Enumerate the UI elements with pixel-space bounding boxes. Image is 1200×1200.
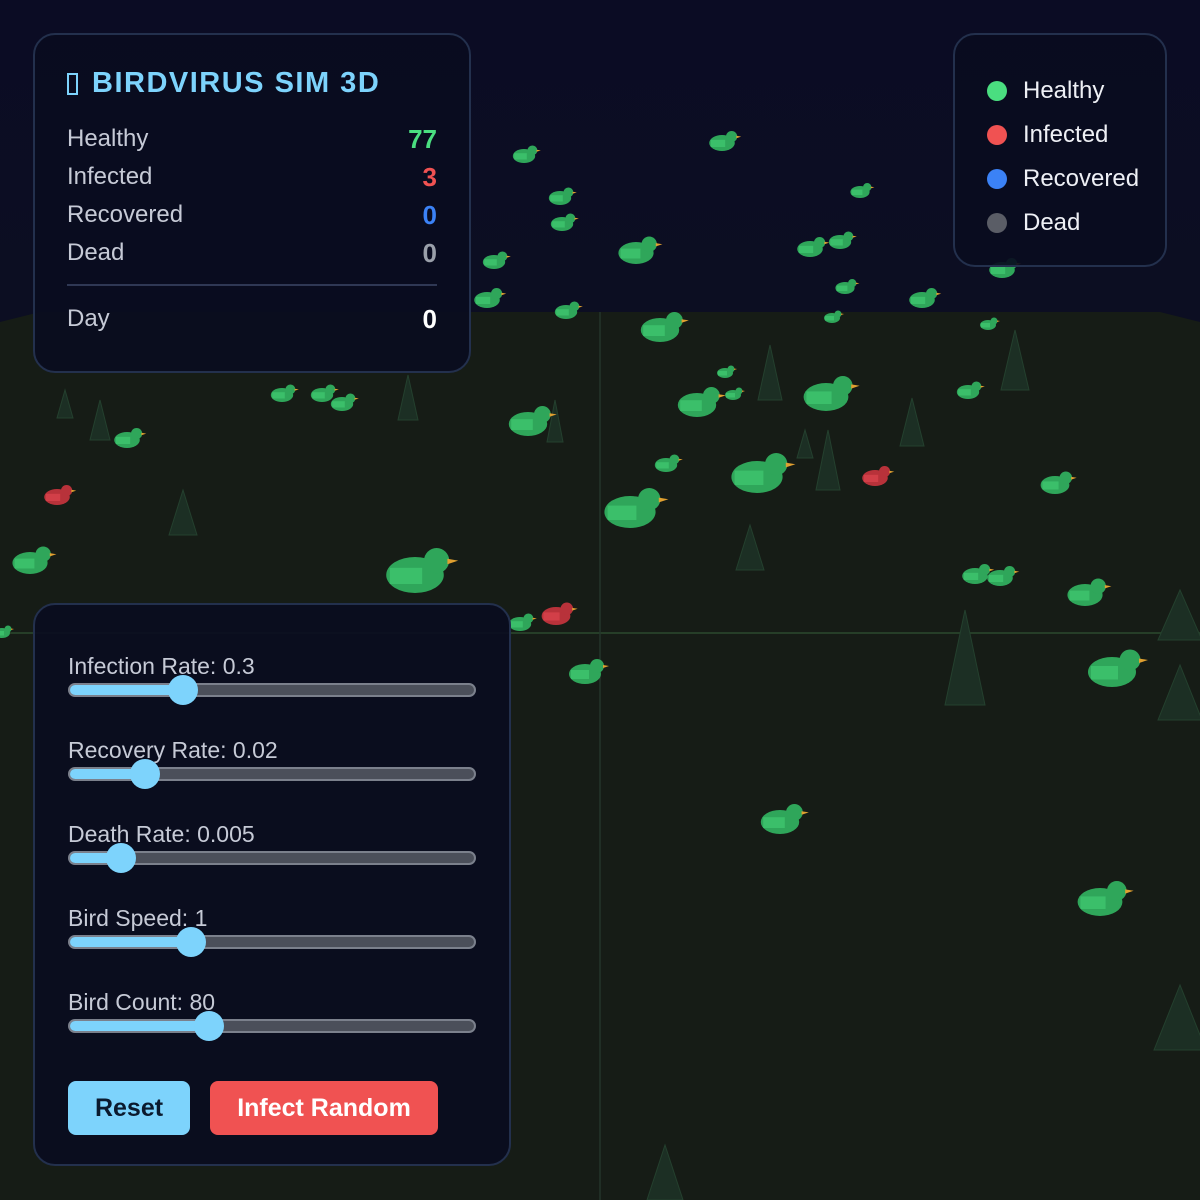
app-title: BIRDVIRUS SIM 3D	[92, 67, 381, 99]
bird-speed-slider[interactable]	[68, 927, 476, 957]
slider-group-infection-rate: Infection Rate: 0.3	[68, 653, 476, 737]
bird-count-label: Bird Count: 80	[68, 989, 216, 1015]
stats-title: BIRDVIRUS SIM 3D	[67, 67, 437, 100]
stat-label-healthy: Healthy	[67, 125, 149, 152]
legend-label-healthy: Healthy	[1023, 77, 1105, 104]
stat-label-day: Day	[67, 305, 110, 332]
stat-row-dead: Dead 0	[67, 234, 437, 272]
death-rate-thumb[interactable]	[105, 843, 136, 873]
stat-label-dead: Dead	[67, 239, 125, 266]
recovery-rate-thumb[interactable]	[129, 759, 160, 789]
legend-item-infected: Infected	[987, 113, 1165, 157]
slider-group-bird-speed: Bird Speed: 1	[68, 905, 476, 989]
stat-value-recovered: 0	[422, 199, 437, 230]
infection-rate-label: Infection Rate: 0.3	[68, 653, 255, 679]
legend-dot-healthy	[987, 81, 1007, 101]
infection-rate-fill	[70, 685, 184, 695]
death-rate-slider[interactable]	[68, 843, 476, 873]
reset-button[interactable]: Reset	[68, 1081, 190, 1135]
legend-dot-infected	[987, 125, 1007, 145]
recovery-rate-slider[interactable]	[68, 759, 476, 789]
legend-dot-dead	[987, 213, 1007, 233]
stat-row-healthy: Healthy 77	[67, 120, 437, 158]
bird-count-fill	[70, 1021, 210, 1031]
stat-label-infected: Infected	[67, 163, 153, 190]
slider-group-bird-count: Bird Count: 80	[68, 989, 476, 1073]
controls-buttons: Reset Infect Random	[68, 1081, 475, 1135]
stat-row-recovered: Recovered 0	[67, 196, 437, 234]
bird-speed-thumb[interactable]	[176, 927, 207, 957]
infection-rate-slider[interactable]	[68, 675, 476, 705]
slider-group-death-rate: Death Rate: 0.005	[68, 821, 476, 905]
stat-row-infected: Infected 3	[67, 158, 437, 196]
glyph-box-icon	[67, 72, 78, 95]
infection-rate-thumb[interactable]	[168, 675, 199, 705]
stats-divider	[67, 284, 437, 286]
legend-label-infected: Infected	[1023, 121, 1109, 148]
recovery-rate-label: Recovery Rate: 0.02	[68, 737, 278, 763]
stat-label-recovered: Recovered	[67, 201, 184, 228]
infect-random-button[interactable]: Infect Random	[210, 1081, 438, 1135]
legend-item-dead: Dead	[987, 201, 1165, 245]
bird-count-thumb[interactable]	[194, 1011, 225, 1041]
legend-item-healthy: Healthy	[987, 69, 1165, 113]
legend-label-recovered: Recovered	[1023, 165, 1140, 192]
controls-panel: Infection Rate: 0.3 Recovery Rate: 0.02 …	[33, 603, 511, 1166]
stat-value-infected: 3	[422, 161, 437, 192]
stat-value-day: 0	[422, 303, 437, 334]
stat-row-day: Day 0	[67, 300, 437, 338]
stats-panel: BIRDVIRUS SIM 3D Healthy 77 Infected 3 R…	[33, 33, 471, 373]
bird-speed-label: Bird Speed: 1	[68, 905, 208, 931]
bird-count-slider[interactable]	[68, 1011, 476, 1041]
legend-item-recovered: Recovered	[987, 157, 1165, 201]
slider-group-recovery-rate: Recovery Rate: 0.02	[68, 737, 476, 821]
stat-value-dead: 0	[422, 237, 437, 268]
legend-dot-recovered	[987, 169, 1007, 189]
legend-label-dead: Dead	[1023, 209, 1081, 236]
bird-speed-fill	[70, 937, 192, 947]
stat-value-healthy: 77	[408, 123, 437, 154]
legend-panel: Healthy Infected Recovered Dead	[953, 33, 1167, 267]
